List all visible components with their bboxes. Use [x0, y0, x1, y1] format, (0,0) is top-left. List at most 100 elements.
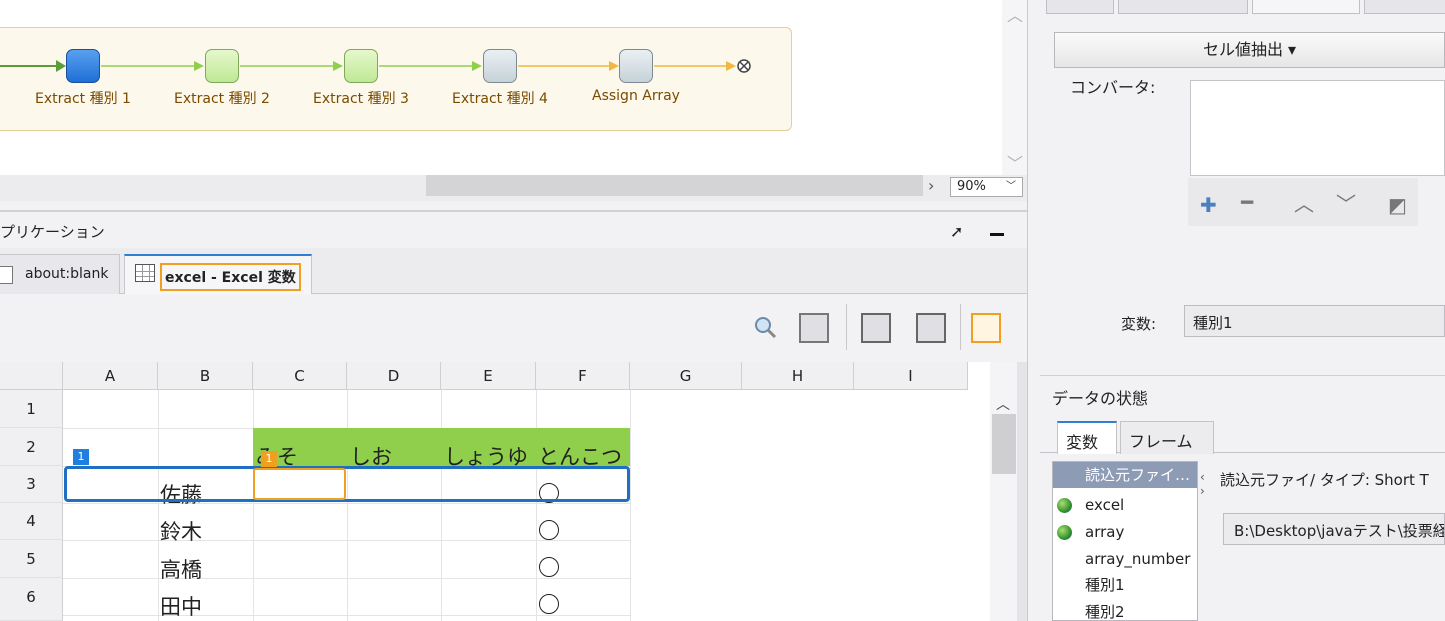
tab-excel[interactable]: excel - Excel 変数 [124, 254, 312, 294]
remove-icon[interactable]: ━ [1241, 190, 1253, 214]
data-state-title: データの状態 [1052, 389, 1149, 408]
properties-tab-1[interactable] [1046, 0, 1114, 14]
list-item[interactable]: array_number [1053, 546, 1197, 572]
variable-label: 変数: [1121, 315, 1157, 333]
toolbar-separator [960, 304, 961, 350]
row-header-3[interactable]: 3 [0, 466, 63, 503]
cell-f4-circle[interactable] [539, 520, 559, 540]
row-header-5[interactable]: 5 [0, 540, 63, 578]
cell-f2[interactable]: とんこつ [538, 441, 630, 466]
workflow-vertical-scrollbar[interactable]: ︿ ﹀ [1002, 0, 1027, 175]
tab-frames[interactable]: フレーム [1120, 421, 1214, 454]
column-header-g[interactable]: G [630, 362, 742, 390]
globe-icon [1057, 525, 1072, 540]
node-label-extract-2: Extract 種別 2 [174, 91, 270, 107]
delete-window-icon[interactable] [916, 313, 946, 343]
properties-tab-2[interactable] [1118, 0, 1248, 14]
cell-d2[interactable]: しお [350, 441, 440, 466]
column-header-a[interactable]: A [63, 362, 158, 390]
move-up-icon[interactable]: ︿ [1294, 188, 1314, 217]
collapse-toggle-icon[interactable]: ‹ › [1200, 470, 1205, 498]
list-item[interactable]: 種別2 [1053, 599, 1197, 620]
node-extract-1[interactable] [66, 49, 100, 83]
column-header-i[interactable]: I [854, 362, 968, 390]
edit-icon[interactable]: ◩ [1388, 193, 1407, 217]
node-assign-array[interactable] [619, 49, 653, 83]
node-label-assign-array: Assign Array [592, 88, 680, 104]
inspect-element-icon[interactable] [971, 313, 1001, 343]
cell-b5[interactable]: 高橋 [160, 554, 202, 584]
chevron-down-icon: ﹀ [1006, 181, 1016, 192]
cell-extract-dropdown-button[interactable]: セル値抽出 ▾ [1054, 32, 1445, 68]
row-selection-highlight [64, 466, 630, 502]
list-item[interactable]: excel [1053, 492, 1197, 518]
spreadsheet-icon [135, 264, 155, 282]
list-item[interactable]: 種別1 [1053, 572, 1197, 598]
add-icon[interactable]: ✚ [1200, 193, 1217, 217]
corner-header[interactable] [0, 362, 63, 390]
workflow-canvas[interactable]: Extract 種別 1 Extract 種別 2 Extract 種別 3 E… [0, 0, 1002, 175]
cell-f5-circle[interactable] [539, 557, 559, 577]
start-arrow-head [56, 60, 66, 72]
variable-select[interactable]: 種別1 [1184, 305, 1445, 337]
app-panel-header [0, 212, 1027, 248]
globe-icon [1057, 498, 1072, 513]
column-header-f[interactable]: F [536, 362, 630, 390]
row-header-4[interactable]: 4 [0, 503, 63, 540]
cell-selection-highlight [253, 468, 346, 500]
app-tabs-bar: about:blank excel - Excel 変数 [0, 248, 1027, 294]
tab-about-blank[interactable]: about:blank [0, 254, 120, 294]
maximize-icon[interactable]: ➚ [950, 222, 963, 241]
zoom-search-icon[interactable] [752, 314, 778, 340]
workflow-horizontal-scrollbar[interactable]: › [0, 175, 1027, 201]
minimize-icon[interactable] [990, 233, 1004, 236]
cell-b6[interactable]: 田中 [160, 591, 202, 621]
cell-b4[interactable]: 鈴木 [160, 516, 202, 546]
zoom-select[interactable]: 90% ﹀ [950, 177, 1023, 197]
scroll-down-icon[interactable]: ﹀ [1007, 150, 1023, 174]
variable-value-field[interactable]: B:\Desktop\javaテスト\投票経 [1223, 513, 1445, 545]
variable-detail: 読込元ファイ/ タイプ: Short T [1220, 471, 1429, 489]
spreadsheet-grid[interactable]: A B C D E F G H I 1 2 3 4 5 6 みそ しお しょうゆ… [0, 362, 990, 621]
list-item[interactable]: array [1053, 519, 1197, 545]
page-view-icon[interactable] [799, 313, 829, 343]
document-icon [0, 266, 13, 284]
column-header-b[interactable]: B [158, 362, 253, 390]
converter-list[interactable] [1190, 80, 1445, 176]
node-label-extract-1: Extract 種別 1 [35, 91, 131, 107]
list-item[interactable]: 読込元ファイ… [1053, 462, 1197, 488]
copy-window-icon[interactable] [861, 313, 891, 343]
cell-f6-circle[interactable] [539, 594, 559, 614]
variable-name: 読込元ファイ… [1085, 466, 1191, 484]
properties-tab-3[interactable] [1252, 0, 1360, 14]
variable-name: excel [1085, 496, 1125, 514]
sheet-scroll-thumb[interactable] [992, 414, 1016, 474]
column-header-h[interactable]: H [742, 362, 854, 390]
column-header-c[interactable]: C [253, 362, 347, 390]
properties-tab-4[interactable] [1364, 0, 1445, 14]
arrow-4-5-head [609, 61, 619, 71]
node-extract-2[interactable] [205, 49, 239, 83]
node-extract-3[interactable] [344, 49, 378, 83]
node-label-extract-4: Extract 種別 4 [452, 91, 548, 107]
scroll-right-icon[interactable]: › [928, 176, 934, 195]
row-header-2[interactable]: 2 [0, 428, 63, 466]
horizontal-scroll-thumb[interactable] [426, 175, 923, 196]
toolbar-separator [846, 304, 847, 350]
section-divider [1040, 375, 1445, 376]
variable-name: array [1085, 523, 1125, 541]
panel-splitter[interactable] [1017, 362, 1027, 621]
scroll-up-icon[interactable]: ︿ [996, 394, 1010, 414]
variable-list[interactable]: 読込元ファイ… excel array array_number 種別1 種別2 [1052, 461, 1198, 621]
arrow-2-3-head [333, 61, 343, 71]
column-header-d[interactable]: D [347, 362, 441, 390]
tab-excel-label: excel - Excel 変数 [160, 263, 301, 291]
move-down-icon[interactable]: ﹀ [1336, 188, 1356, 217]
node-extract-4[interactable] [483, 49, 517, 83]
tab-variables[interactable]: 変数 [1057, 421, 1117, 454]
scroll-up-icon[interactable]: ︿ [1007, 2, 1023, 26]
cell-e2[interactable]: しょうゆ [444, 441, 536, 466]
row-header-6[interactable]: 6 [0, 578, 63, 621]
row-header-1[interactable]: 1 [0, 390, 63, 428]
column-header-e[interactable]: E [441, 362, 536, 390]
